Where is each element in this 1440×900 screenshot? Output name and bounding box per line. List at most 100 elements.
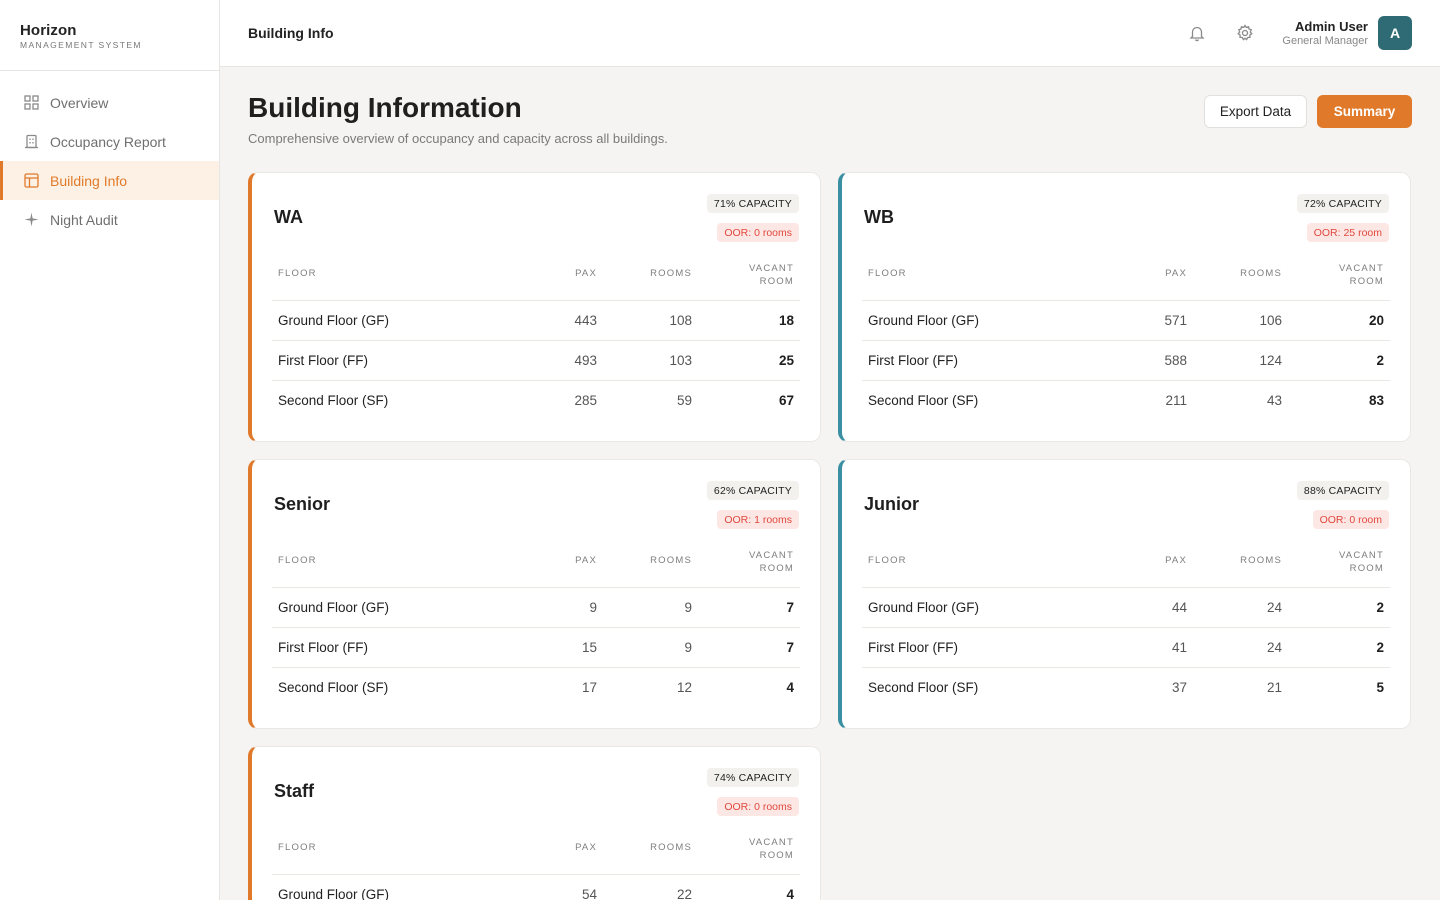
- cell-rooms: 108: [669, 313, 692, 328]
- cell-floor: Ground Floor (GF): [278, 887, 390, 900]
- column-header-rooms: ROOMS: [650, 268, 692, 279]
- cell-rooms: 59: [676, 393, 692, 408]
- cell-rooms: 43: [1266, 393, 1282, 408]
- table-row: Second Floor (SF) 37 21 5: [862, 668, 1390, 708]
- export-data-button[interactable]: Export Data: [1204, 95, 1307, 128]
- building-name: Senior: [274, 494, 331, 514]
- table-row: Ground Floor (GF) 9 9 7: [272, 588, 800, 628]
- brand-name: Horizon: [20, 22, 77, 39]
- building-card-senior: Senior 62% CAPACITY OOR: 1 rooms FLOOR P…: [248, 459, 821, 729]
- cell-vacant: 5: [1376, 680, 1384, 695]
- grid-icon: [23, 95, 39, 111]
- sidebar-item-label: Overview: [50, 94, 109, 111]
- table-header: FLOOR PAX ROOMS VACANT ROOM: [272, 835, 800, 875]
- bell-icon[interactable]: [1186, 22, 1208, 44]
- table-row: Second Floor (SF) 17 12 4: [272, 668, 800, 708]
- cell-floor: First Floor (FF): [868, 640, 958, 655]
- cell-pax: 285: [574, 393, 597, 408]
- summary-button[interactable]: Summary: [1317, 95, 1412, 128]
- cell-vacant: 67: [778, 393, 794, 408]
- column-header-floor: FLOOR: [278, 268, 317, 279]
- sidebar-nav: Overview Occupancy Report Building Info …: [0, 71, 219, 239]
- cell-pax: 443: [574, 313, 597, 328]
- sidebar-item-occupancy-report[interactable]: Occupancy Report: [0, 122, 219, 161]
- building-name: Staff: [274, 781, 314, 801]
- cell-floor: Second Floor (SF): [278, 680, 389, 695]
- column-header-floor: FLOOR: [278, 842, 317, 853]
- building-name: WA: [274, 207, 303, 227]
- cell-pax: 15: [581, 640, 597, 655]
- cell-pax: 17: [581, 680, 597, 695]
- sidebar-item-night-audit[interactable]: Night Audit: [0, 200, 219, 239]
- cell-vacant: 20: [1368, 313, 1384, 328]
- column-header-floor: FLOOR: [868, 268, 907, 279]
- cell-vacant: 7: [786, 600, 794, 615]
- brand-subtitle: MANAGEMENT SYSTEM: [20, 40, 142, 50]
- sidebar: Horizon MANAGEMENT SYSTEM Overview Occup…: [0, 0, 220, 900]
- sidebar-item-overview[interactable]: Overview: [0, 83, 219, 122]
- cell-vacant: 2: [1376, 600, 1384, 615]
- cell-rooms: 24: [1266, 600, 1282, 615]
- column-header-rooms: ROOMS: [650, 842, 692, 853]
- cell-pax: 44: [1171, 600, 1187, 615]
- cell-vacant: 4: [786, 887, 794, 900]
- cell-vacant: 2: [1376, 353, 1384, 368]
- building-card-wb: WB 72% CAPACITY OOR: 25 room FLOOR PAX R…: [838, 172, 1411, 442]
- sparkle-icon: [23, 212, 39, 228]
- cell-floor: Second Floor (SF): [868, 393, 979, 408]
- cell-pax: 571: [1164, 313, 1187, 328]
- column-header-pax: PAX: [1165, 268, 1187, 279]
- cell-rooms: 106: [1259, 313, 1282, 328]
- building-card-wa: WA 71% CAPACITY OOR: 0 rooms FLOOR PAX R…: [248, 172, 821, 442]
- column-header-vacant-room: VACANT ROOM: [1338, 263, 1384, 287]
- top-header: Building Info Admin User General Manager…: [220, 0, 1440, 67]
- cell-vacant: 4: [786, 680, 794, 695]
- capacity-badge: 74% CAPACITY: [706, 768, 799, 787]
- cell-vacant: 18: [778, 313, 794, 328]
- sidebar-item-building-info[interactable]: Building Info: [0, 161, 219, 200]
- avatar[interactable]: A: [1378, 16, 1412, 50]
- layout-icon: [23, 173, 39, 189]
- table-header: FLOOR PAX ROOMS VACANT ROOM: [862, 548, 1390, 588]
- page-subtitle: Comprehensive overview of occupancy and …: [248, 131, 668, 146]
- column-header-pax: PAX: [1165, 555, 1187, 566]
- sidebar-item-label: Building Info: [50, 172, 128, 189]
- cell-rooms: 9: [684, 640, 692, 655]
- table-row: First Floor (FF) 493 103 25: [272, 341, 800, 381]
- table-row: First Floor (FF) 15 9 7: [272, 628, 800, 668]
- table-row: Ground Floor (GF) 443 108 18: [272, 301, 800, 341]
- column-header-rooms: ROOMS: [650, 555, 692, 566]
- column-header-vacant-room: VACANT ROOM: [1338, 550, 1384, 574]
- column-header-vacant-room: VACANT ROOM: [748, 837, 794, 861]
- column-header-pax: PAX: [575, 842, 597, 853]
- column-header-vacant-room: VACANT ROOM: [748, 263, 794, 287]
- cell-pax: 493: [574, 353, 597, 368]
- sidebar-item-label: Occupancy Report: [50, 133, 166, 150]
- brand: Horizon MANAGEMENT SYSTEM: [0, 0, 219, 71]
- building-name: WB: [864, 207, 894, 227]
- header-title: Building Info: [248, 25, 334, 41]
- cell-pax: 211: [1165, 393, 1187, 408]
- table-row: Second Floor (SF) 285 59 67: [272, 381, 800, 421]
- capacity-badge: 72% CAPACITY: [1296, 194, 1389, 213]
- cell-rooms: 12: [676, 680, 692, 695]
- building-card-staff: Staff 74% CAPACITY OOR: 0 rooms FLOOR PA…: [248, 746, 821, 900]
- table-row: First Floor (FF) 588 124 2: [862, 341, 1390, 381]
- column-header-vacant-room: VACANT ROOM: [748, 550, 794, 574]
- cell-pax: 54: [581, 887, 597, 900]
- cell-floor: Ground Floor (GF): [278, 313, 390, 328]
- table-header: FLOOR PAX ROOMS VACANT ROOM: [272, 261, 800, 301]
- capacity-badge: 62% CAPACITY: [706, 481, 799, 500]
- cell-floor: Ground Floor (GF): [868, 600, 980, 615]
- table-header: FLOOR PAX ROOMS VACANT ROOM: [272, 548, 800, 588]
- capacity-badge: 88% CAPACITY: [1296, 481, 1389, 500]
- cell-pax: 37: [1171, 680, 1187, 695]
- cell-pax: 9: [589, 600, 597, 615]
- table-row: Ground Floor (GF) 44 24 2: [862, 588, 1390, 628]
- cell-floor: First Floor (FF): [278, 353, 368, 368]
- cell-vacant: 2: [1376, 640, 1384, 655]
- cell-rooms: 124: [1259, 353, 1282, 368]
- column-header-rooms: ROOMS: [1240, 268, 1282, 279]
- table-header: FLOOR PAX ROOMS VACANT ROOM: [862, 261, 1390, 301]
- gear-icon[interactable]: [1234, 22, 1256, 44]
